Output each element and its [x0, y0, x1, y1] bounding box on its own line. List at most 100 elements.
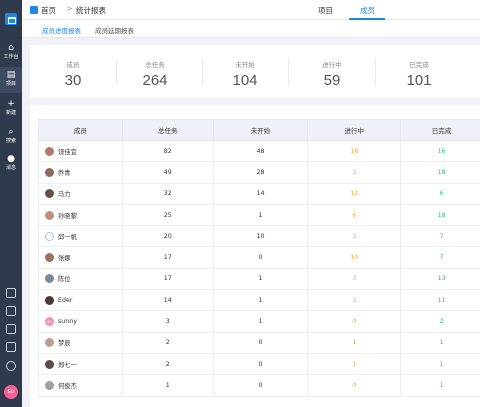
- stat-label: 进行中: [322, 61, 342, 69]
- column-header-in-progress[interactable]: 进行中: [307, 119, 402, 141]
- folder-icon[interactable]: [6, 324, 16, 334]
- table-body: 饶佳宜 82 48 18 16 乔青 49 28 3 18 马力 32 14 12 6 孙晓黎 25 1 6 18 邱一…: [38, 139, 480, 397]
- cell-member: 梦辰: [38, 331, 123, 354]
- table-row[interactable]: 陈位 17 1 3 13: [38, 267, 480, 291]
- cell-notstarted: 0: [212, 246, 309, 269]
- cell-inprogress: 3: [307, 267, 402, 291]
- table-row[interactable]: 郑七一 2 0 1 1: [38, 352, 480, 376]
- project-icon: ▤: [6, 70, 16, 80]
- cell-done: 18: [400, 203, 480, 227]
- cell-done: 2: [400, 310, 480, 333]
- cell-member: su sunny: [38, 310, 123, 333]
- table-row[interactable]: 乔青 49 28 3 18: [38, 161, 480, 184]
- stat-total: 总任务 264: [112, 45, 198, 98]
- cell-inprogress: 0: [307, 374, 402, 397]
- column-header-total[interactable]: 总任务: [121, 119, 214, 141]
- column-header-member[interactable]: 成员: [38, 119, 123, 141]
- member-avatar: [45, 146, 54, 156]
- subtab-member-progress[interactable]: 成员进度报表: [42, 25, 81, 35]
- member-name: 饶佳宜: [58, 148, 77, 156]
- cell-done: 6: [400, 182, 480, 205]
- table-row[interactable]: 邱一帆 20 10 3 7: [38, 225, 480, 248]
- cell-notstarted: 10: [212, 225, 309, 248]
- member-avatar: [45, 295, 54, 305]
- stat-value: 264: [142, 72, 168, 89]
- home-icon: ⌂: [8, 43, 14, 53]
- cell-inprogress: 10: [307, 246, 402, 269]
- member-name: sunny: [58, 318, 77, 326]
- sidebar-item-label: 消息: [5, 165, 16, 171]
- table-row[interactable]: Eder 14 1 3 11: [38, 289, 480, 312]
- tab-project[interactable]: 项目: [318, 5, 333, 16]
- table-row[interactable]: 饶佳宜 82 48 18 16: [38, 139, 480, 163]
- member-progress-table: 成员 总任务 未开始 进行中 已完成 饶佳宜 82 48 18 16 乔青 49 28 3 18 马…: [38, 119, 480, 397]
- cell-inprogress: 1: [307, 352, 402, 376]
- sidebar-item-project[interactable]: ▤ 项目: [0, 67, 22, 93]
- stat-label: 成员: [66, 61, 80, 69]
- cell-notstarted: 48: [212, 139, 309, 163]
- cell-member: 郑七一: [38, 352, 123, 376]
- subtab-member-delay[interactable]: 成员延期报表: [95, 25, 134, 35]
- cell-inprogress: 3: [307, 161, 402, 184]
- cell-done: 16: [400, 139, 480, 163]
- stat-value: 101: [406, 72, 432, 89]
- cell-member: Eder: [38, 289, 123, 312]
- package-icon[interactable]: [6, 342, 16, 352]
- user-avatar[interactable]: su: [4, 385, 18, 399]
- cell-total: 32: [121, 182, 214, 205]
- stats-card: 成员 30 总任务 264 未开始 104 进行中 59 已完成 101: [30, 45, 480, 98]
- member-avatar: [45, 274, 54, 284]
- calendar-icon[interactable]: [6, 306, 16, 316]
- member-name: 张娜: [58, 255, 71, 263]
- sidebar-item-new[interactable]: + 新建: [0, 96, 22, 122]
- member-name: 邱一帆: [58, 233, 77, 241]
- report-icon[interactable]: [6, 288, 16, 298]
- app-logo-icon[interactable]: [5, 13, 17, 25]
- cell-done: 1: [400, 331, 480, 354]
- top-bar: 首页 > 统计报表 项目 成员: [22, 0, 480, 20]
- sidebar-item-search[interactable]: ⌕ 搜索: [0, 124, 22, 150]
- member-avatar: [45, 189, 54, 199]
- sidebar-item-messages[interactable]: ● 消息: [0, 151, 22, 177]
- sidebar-item-label: 搜索: [5, 138, 16, 144]
- cell-member: 张娜: [38, 246, 123, 269]
- stat-in-progress: 进行中 59: [289, 45, 375, 98]
- help-icon[interactable]: [6, 361, 16, 371]
- table-row[interactable]: 马力 32 14 12 6: [38, 182, 480, 205]
- cell-done: 18: [400, 161, 480, 184]
- table-row[interactable]: 孙晓黎 25 1 6 18: [38, 203, 480, 227]
- member-avatar: [45, 167, 54, 177]
- breadcrumb-home[interactable]: 首页: [41, 5, 56, 16]
- column-header-not-started[interactable]: 未开始: [212, 119, 309, 141]
- stat-value: 30: [64, 72, 82, 89]
- table-header-row: 成员 总任务 未开始 进行中 已完成: [38, 119, 480, 141]
- cell-inprogress: 12: [307, 182, 402, 205]
- cell-total: 2: [121, 331, 214, 354]
- tab-members[interactable]: 成员: [360, 5, 375, 16]
- stat-label: 总任务: [145, 61, 165, 69]
- cell-done: 1: [400, 374, 480, 397]
- sidebar-item-label: 新建: [5, 110, 16, 116]
- left-sidebar: ⌂ 工作台 ▤ 项目 + 新建 ⌕ 搜索 ● 消息 su: [0, 0, 22, 407]
- table-row[interactable]: su sunny 3 1 0 2: [38, 310, 480, 333]
- member-avatar: [45, 338, 54, 348]
- message-icon: ●: [7, 154, 15, 164]
- member-name: 何俊杰: [58, 382, 77, 390]
- member-name: 梦辰: [58, 340, 71, 348]
- cell-notstarted: 1: [212, 289, 309, 312]
- column-header-done[interactable]: 已完成: [400, 119, 480, 141]
- cell-member: 马力: [38, 182, 123, 205]
- member-name: 郑七一: [58, 361, 77, 369]
- sidebar-item-label: 工作台: [3, 54, 19, 60]
- table-row[interactable]: 张娜 17 0 10 7: [38, 246, 480, 269]
- home-crumb-icon: [30, 6, 38, 14]
- cell-member: 何俊杰: [38, 374, 123, 397]
- cell-member: 邱一帆: [38, 225, 123, 248]
- sidebar-item-workbench[interactable]: ⌂ 工作台: [0, 40, 22, 66]
- table-row[interactable]: 梦辰 2 0 1 1: [38, 331, 480, 354]
- table-row[interactable]: 何俊杰 1 0 0 1: [38, 374, 480, 397]
- cell-inprogress: 3: [307, 289, 402, 312]
- member-avatar: [45, 253, 54, 263]
- cell-done: 11: [400, 289, 480, 312]
- cell-total: 1: [121, 374, 214, 397]
